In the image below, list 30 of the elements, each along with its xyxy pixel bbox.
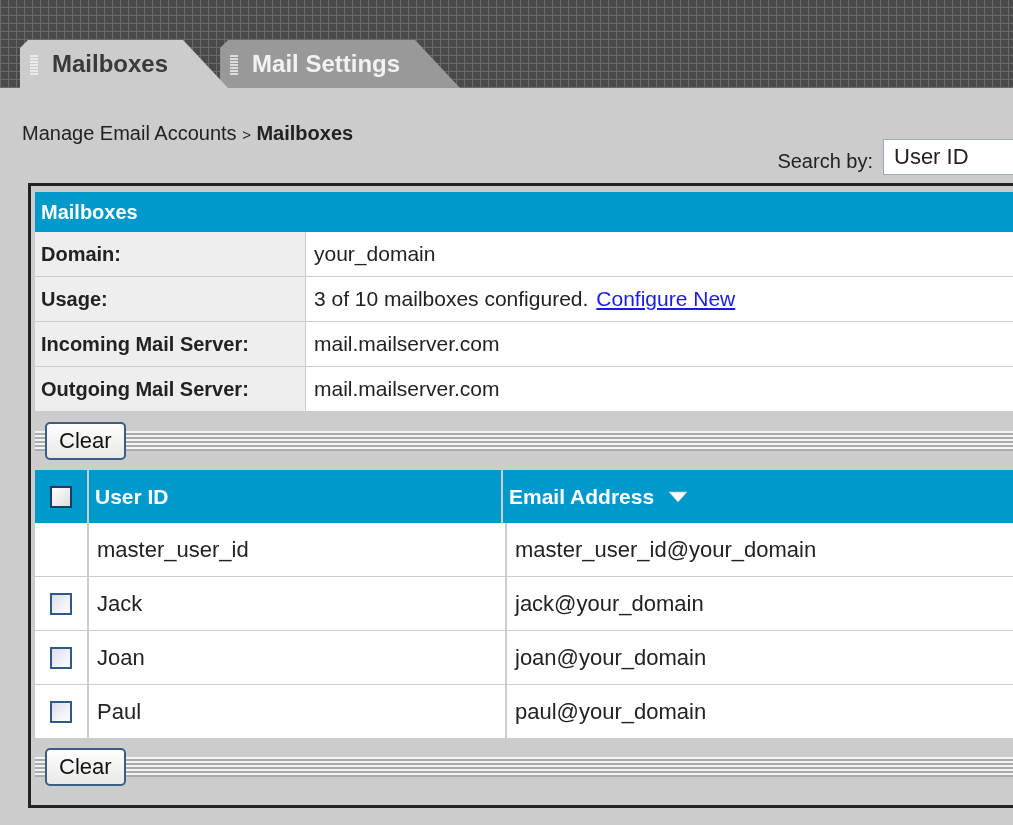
email-cell: paul@your_domain xyxy=(515,698,707,725)
user-id-cell: master_user_id xyxy=(97,536,249,563)
panel-title: Mailboxes xyxy=(35,192,1013,232)
info-label: Usage: xyxy=(35,277,306,321)
select-all-checkbox[interactable] xyxy=(50,485,72,508)
clear-button[interactable]: Clear xyxy=(45,748,126,786)
email-cell: master_user_id@your_domain xyxy=(515,536,817,563)
user-id-cell: Jack xyxy=(97,590,143,617)
grip-icon xyxy=(230,53,239,75)
info-value: mail.mailserver.com xyxy=(314,376,500,402)
info-value: mail.mailserver.com xyxy=(314,331,500,357)
info-value: 3 of 10 mailboxes configured. xyxy=(314,286,589,312)
clear-button[interactable]: Clear xyxy=(45,422,126,460)
tab[interactable]: Mailboxes xyxy=(20,40,229,88)
email-cell: jack@your_domain xyxy=(515,590,704,617)
grip-icon xyxy=(30,53,38,75)
breadcrumb: Manage Email Accounts > Mailboxes xyxy=(22,122,355,145)
row-checkbox[interactable] xyxy=(50,700,72,723)
info-label: Domain: xyxy=(35,232,306,276)
user-id-cell: Paul xyxy=(97,698,142,725)
search-label: Search by: xyxy=(777,149,873,173)
search-field[interactable]: User ID xyxy=(883,139,1013,175)
info-label: Outgoing Mail Server: xyxy=(35,367,306,411)
info-label: Incoming Mail Server: xyxy=(35,322,306,366)
user-id-cell: Joan xyxy=(97,644,145,671)
info-value: your_domain xyxy=(314,241,436,268)
row-checkbox[interactable] xyxy=(50,646,72,669)
configure-link[interactable]: Configure New xyxy=(596,277,736,321)
email-cell: joan@your_domain xyxy=(515,644,707,671)
row-checkbox[interactable] xyxy=(50,592,72,615)
